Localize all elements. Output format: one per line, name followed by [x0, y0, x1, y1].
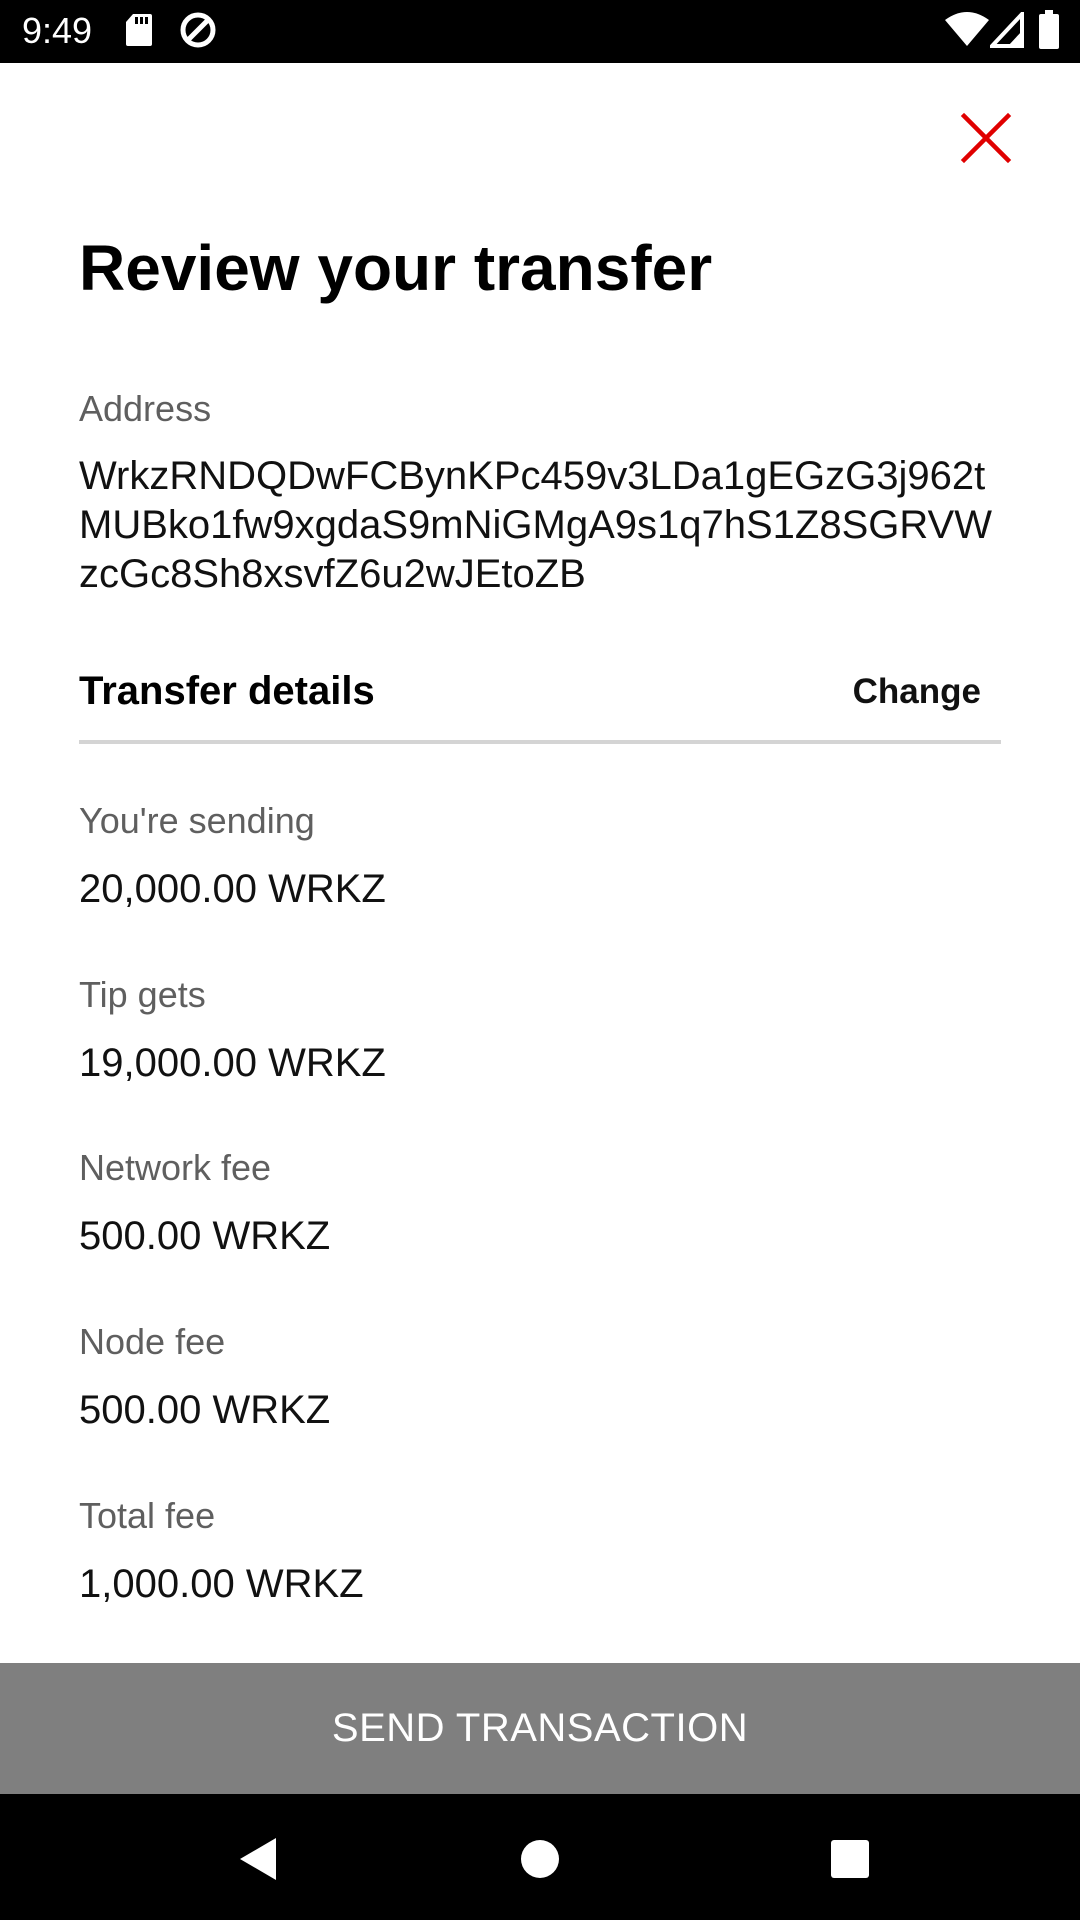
- recents-icon: [831, 1840, 869, 1878]
- tip-label: Tip gets: [79, 974, 206, 1015]
- sending-value: 20,000.00 WRKZ: [79, 867, 386, 911]
- total-fee-value: 1,000.00 WRKZ: [79, 1562, 364, 1606]
- review-transfer-screen: 9:49 Review your transfer Address WrkzRN…: [0, 0, 1080, 1920]
- close-icon: [960, 112, 1012, 164]
- page-title: Review your transfer: [79, 232, 713, 304]
- address-label: Address: [79, 388, 212, 429]
- total-fee-label: Total fee: [79, 1495, 216, 1536]
- data-saver-icon: [178, 10, 218, 55]
- wifi-icon: [944, 12, 990, 53]
- status-time: 9:49: [22, 10, 93, 51]
- status-bar: 9:49: [0, 0, 1080, 63]
- address-value: WrkzRNDQDwFCBynKPc459v3LDa1gEGzG3j962tMU…: [79, 454, 992, 596]
- transfer-details-title: Transfer details: [79, 669, 375, 713]
- sd-card-icon: [124, 12, 154, 53]
- send-transaction-button[interactable]: SEND TRANSACTION: [0, 1663, 1080, 1794]
- battery-icon: [1038, 10, 1060, 55]
- close-button[interactable]: [956, 108, 1016, 168]
- network-fee-value: 500.00 WRKZ: [79, 1214, 331, 1258]
- sending-label: You're sending: [79, 800, 315, 841]
- home-button[interactable]: [505, 1824, 575, 1894]
- tip-value: 19,000.00 WRKZ: [79, 1041, 386, 1085]
- back-button[interactable]: [220, 1824, 290, 1894]
- transfer-details-header: Transfer details Change: [79, 666, 1001, 744]
- node-fee-value: 500.00 WRKZ: [79, 1388, 331, 1432]
- network-fee-label: Network fee: [79, 1147, 272, 1188]
- cell-signal-icon: [987, 8, 1024, 53]
- home-icon: [521, 1840, 559, 1878]
- navigation-bar: [0, 1794, 1080, 1920]
- change-button[interactable]: Change: [853, 670, 981, 714]
- back-icon: [240, 1838, 276, 1880]
- recents-button[interactable]: [815, 1824, 885, 1894]
- node-fee-label: Node fee: [79, 1321, 226, 1362]
